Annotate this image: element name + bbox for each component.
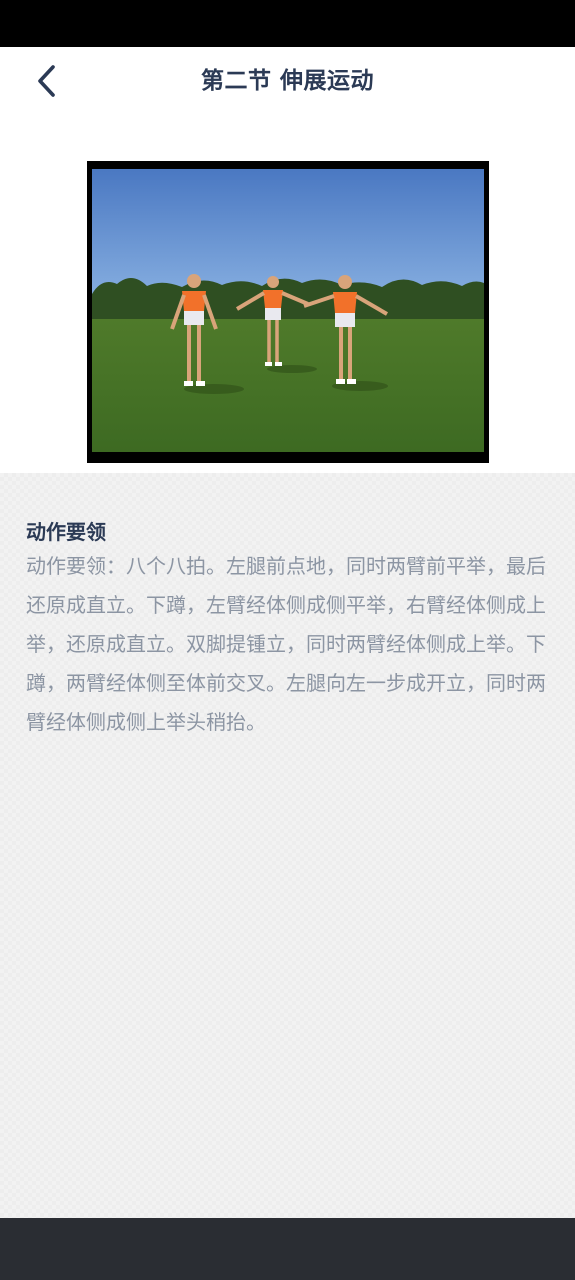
content-area: 动作要领 动作要领：八个八拍。左腿前点地，同时两臂前平举，最后还原成直立。下蹲，… xyxy=(0,473,575,1218)
section-body: 动作要领：八个八拍。左腿前点地，同时两臂前平举，最后还原成直立。下蹲，左臂经体侧… xyxy=(26,554,546,734)
video-thumbnail xyxy=(92,169,484,452)
header: 第二节 伸展运动 xyxy=(0,47,575,473)
page-title: 第二节 伸展运动 xyxy=(200,68,374,94)
navigation-bar xyxy=(0,1218,575,1280)
section-title: 动作要领 xyxy=(26,520,106,544)
video-player[interactable] xyxy=(87,161,489,463)
status-bar xyxy=(0,0,575,47)
